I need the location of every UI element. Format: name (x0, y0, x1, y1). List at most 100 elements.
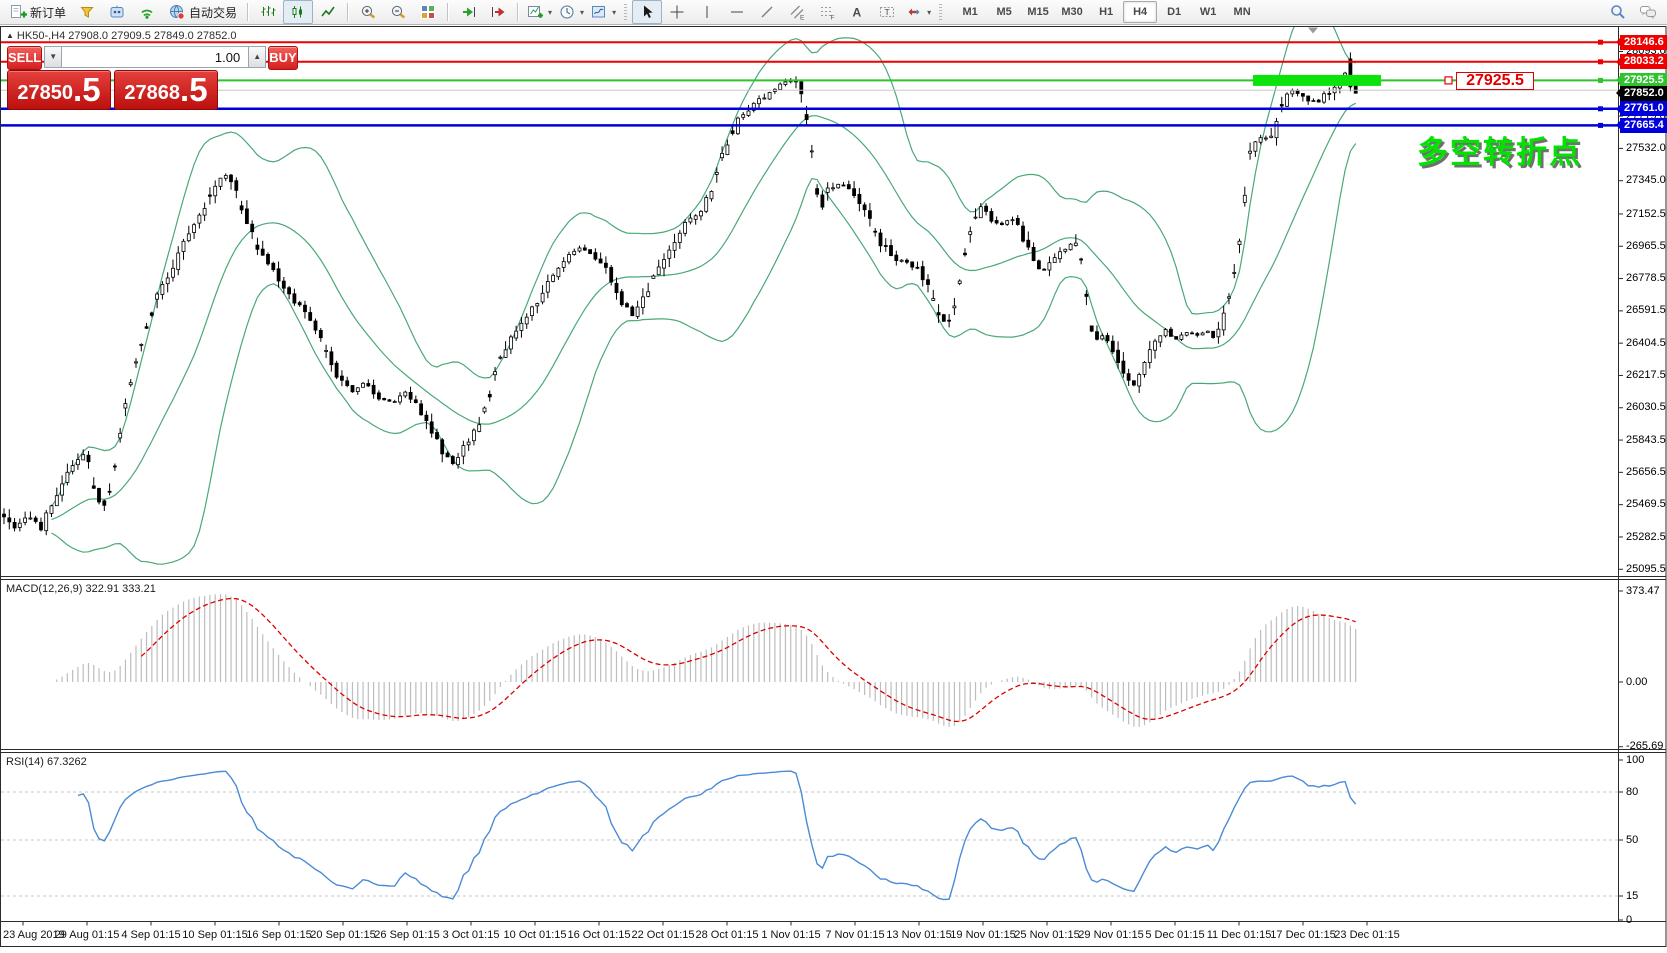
rsi-name: RSI(14) (6, 756, 44, 768)
expert-advisor-icon (110, 5, 124, 18)
timeframe-h1[interactable]: H1 (1089, 1, 1123, 23)
auto-trading-button[interactable]: 自动交易 (162, 0, 243, 24)
chat-bubbles-icon (1640, 6, 1656, 19)
toolbar-grip (624, 4, 628, 20)
macd-values: 322.91 333.21 (85, 583, 156, 595)
periods-button[interactable]: ▾ (555, 0, 587, 24)
new-order-button[interactable]: 新订单 (3, 0, 72, 24)
buy-price-button[interactable]: 27868.5 (114, 70, 218, 110)
chart-line-button[interactable] (313, 0, 343, 24)
trendline-icon (761, 6, 773, 18)
zoom-out-icon (391, 5, 406, 19)
main-toolbar: 新订单 自动交易 ▾ ▾ ▾ E F A T ▾ M1 M5 M15 M30 H… (0, 0, 1667, 25)
chevron-down-icon: ▾ (548, 7, 553, 17)
signals-button[interactable] (132, 0, 162, 24)
timeframe-m5[interactable]: M5 (987, 1, 1021, 23)
templates-button[interactable]: ▾ (587, 0, 619, 24)
chevron-down-icon: ▾ (927, 7, 932, 17)
buy-button[interactable]: BUY (268, 46, 298, 70)
fibonacci-tool-button[interactable]: F (812, 0, 842, 24)
arrows-tool-button[interactable]: ▾ (902, 0, 934, 24)
chart-candles-button[interactable] (283, 0, 314, 24)
search-button[interactable] (1603, 0, 1633, 24)
auto-trading-icon (170, 5, 185, 20)
toolbar-separator (247, 3, 250, 21)
chart-ohlc-values: 27908.0 27909.5 27849.0 27852.0 (68, 30, 237, 42)
one-click-trading-panel: SELL ▼ ▲ BUY 27850.5 27868.5 (7, 46, 298, 110)
volume-spinner: ▼ ▲ (44, 46, 267, 68)
signals-icon (141, 9, 153, 19)
indicators-icon (528, 6, 544, 18)
timeframe-d1[interactable]: D1 (1157, 1, 1191, 23)
equidistant-channel-icon: E (790, 5, 805, 22)
symbol-marker-icon: ▲ (6, 31, 14, 40)
sell-button[interactable]: SELL (7, 46, 43, 70)
new-order-icon (11, 5, 27, 18)
search-icon (1611, 5, 1625, 19)
chart-title: ▲ HK50-,H4 27908.0 27909.5 27849.0 27852.… (6, 30, 237, 42)
zoom-out-button[interactable] (383, 0, 413, 24)
cursor-tool-button[interactable] (632, 0, 663, 24)
line-chart-icon (321, 6, 335, 17)
timeframe-mn[interactable]: MN (1225, 1, 1259, 23)
arrow-objects-icon (908, 8, 920, 16)
toolbar-separator (447, 3, 450, 21)
tile-windows-button[interactable] (413, 0, 443, 24)
rsi-indicator-label: RSI(14) 67.3262 (6, 756, 87, 768)
text-label-tool-button[interactable]: T (872, 0, 902, 24)
scripts-button[interactable] (72, 0, 102, 24)
chart-shift-button[interactable] (483, 0, 513, 24)
text-tool-button[interactable]: A (842, 0, 872, 24)
macd-name: MACD(12,26,9) (6, 583, 83, 595)
cursor-icon (644, 5, 653, 18)
crosshair-icon (670, 5, 684, 19)
crosshair-tool-button[interactable] (662, 0, 692, 24)
vertical-line-tool-button[interactable] (692, 0, 722, 24)
clock-icon (560, 5, 574, 19)
chat-button[interactable] (1633, 0, 1663, 24)
timeframe-w1[interactable]: W1 (1191, 1, 1225, 23)
text-icon: A (853, 6, 862, 20)
timeframe-h4[interactable]: H4 (1123, 1, 1158, 23)
svg-text:E: E (800, 15, 805, 22)
svg-text:T: T (885, 7, 890, 17)
chevron-down-icon: ▾ (612, 7, 617, 17)
svg-text:F: F (831, 15, 835, 22)
trade-panel-top-row: SELL ▼ ▲ BUY (7, 46, 298, 70)
sell-price-button[interactable]: 27850.5 (7, 70, 111, 110)
expert-advisors-button[interactable] (102, 0, 132, 24)
indicators-button[interactable]: ▾ (523, 0, 555, 24)
buy-price-pips: .5 (180, 71, 208, 108)
chart-shift-icon (492, 7, 505, 17)
svg-text:A: A (853, 6, 862, 20)
vertical-line-icon (706, 6, 708, 18)
chart-bars-button[interactable] (253, 0, 283, 24)
timeframe-m30[interactable]: M30 (1055, 1, 1089, 23)
sell-price-pips: .5 (73, 71, 101, 108)
chart-symbol-timeframe: HK50-,H4 (16, 30, 66, 42)
rsi-value: 67.3262 (46, 756, 87, 768)
auto-scroll-button[interactable] (453, 0, 483, 24)
toolbar-separator (347, 3, 350, 21)
new-order-label: 新订单 (30, 5, 67, 20)
horizontal-line-icon (731, 11, 744, 13)
toolbar-grip (939, 4, 943, 20)
horizontal-line-tool-button[interactable] (722, 0, 752, 24)
zoom-in-button[interactable] (353, 0, 383, 24)
fibonacci-icon: F (821, 7, 835, 22)
script-icon (80, 7, 94, 18)
macd-indicator-label: MACD(12,26,9) 322.91 333.21 (6, 583, 156, 595)
timeframe-m1[interactable]: M1 (953, 1, 987, 23)
timeframe-bar: M1 M5 M15 M30 H1 H4 D1 W1 MN (953, 1, 1259, 23)
chevron-down-icon: ▾ (580, 7, 585, 17)
volume-increase-button[interactable]: ▲ (248, 46, 267, 68)
channel-tool-button[interactable]: E (782, 0, 812, 24)
volume-decrease-button[interactable]: ▼ (44, 46, 63, 68)
price-callout-box[interactable]: 27925.5 (1456, 72, 1534, 90)
trendline-tool-button[interactable] (752, 0, 782, 24)
bar-chart-icon (261, 6, 276, 16)
toolbar-separator (517, 3, 520, 21)
auto-scroll-icon (463, 7, 476, 17)
volume-input[interactable] (62, 46, 249, 68)
timeframe-m15[interactable]: M15 (1021, 1, 1055, 23)
